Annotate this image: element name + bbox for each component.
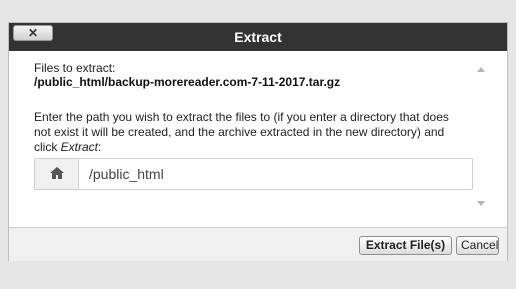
extract-dialog: ✕ Extract Files to extract: /public_html… bbox=[8, 22, 508, 261]
cancel-button[interactable]: Cancel bbox=[456, 236, 499, 255]
instructions-extract-emphasis: Extract bbox=[60, 140, 99, 154]
dialog-title: Extract bbox=[234, 29, 282, 45]
scroll-down-arrow-icon[interactable] bbox=[477, 201, 485, 206]
instructions-colon: : bbox=[98, 140, 102, 154]
scroll-up-arrow-icon[interactable] bbox=[477, 67, 485, 72]
extract-files-button[interactable]: Extract File(s) bbox=[359, 236, 452, 255]
path-input-group bbox=[34, 158, 473, 190]
files-to-extract-label: Files to extract: bbox=[34, 61, 116, 75]
dialog-titlebar: ✕ Extract bbox=[9, 23, 507, 51]
extract-instructions: Enter the path you wish to extract the f… bbox=[34, 110, 464, 155]
extract-path-input[interactable] bbox=[79, 159, 471, 189]
content-scrollbar[interactable] bbox=[474, 51, 488, 227]
archive-file-path: /public_html/backup-morereader.com-7-11-… bbox=[34, 75, 341, 89]
dialog-footer: Extract File(s) Cancel bbox=[9, 227, 507, 261]
path-addon bbox=[35, 159, 79, 189]
